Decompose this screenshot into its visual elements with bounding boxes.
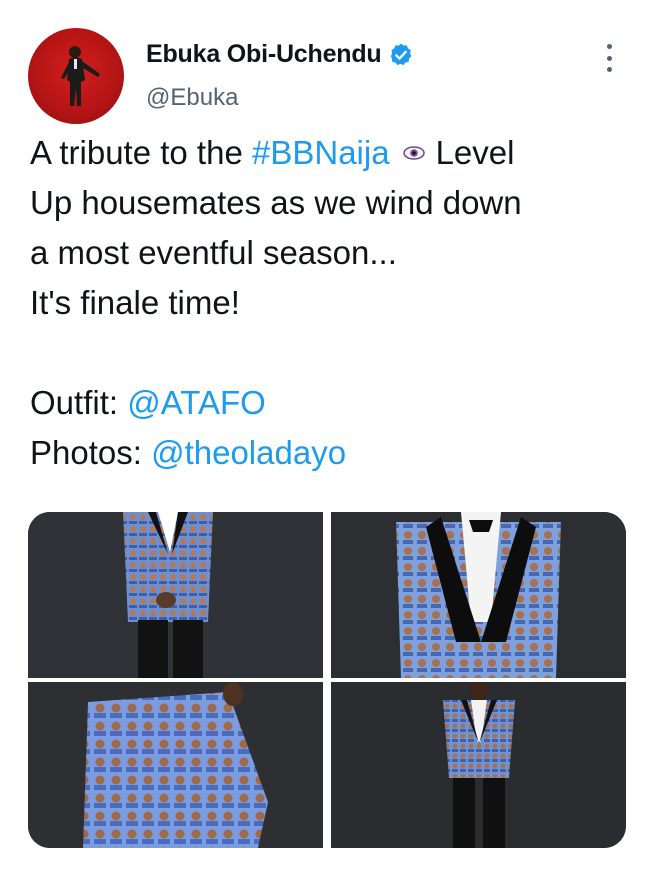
tweet-line-3: a most eventful season...: [30, 234, 397, 271]
tweet-text: A tribute to the #BBNaija Level Up housem…: [30, 128, 640, 478]
photos-label: Photos:: [30, 434, 152, 471]
outfit-label: Outfit:: [30, 384, 128, 421]
author-info: Ebuka Obi-Uchendu: [146, 40, 414, 69]
tweet-line-4: It's finale time!: [30, 284, 240, 321]
text-segment: A tribute to the: [30, 134, 252, 171]
tweet-line-outfit: Outfit: @ATAFO: [30, 378, 640, 428]
photos-mention-link[interactable]: @theoladayo: [151, 434, 346, 471]
media-grid: [28, 512, 626, 848]
jacket-photo-back-icon: [28, 682, 323, 848]
jacket-photo-full-length-icon: [331, 682, 626, 848]
tweet-line-2: Up housemates as we wind down: [30, 184, 522, 221]
jacket-photo-close-lapel-icon: [331, 512, 626, 678]
media-photo-3[interactable]: [28, 682, 323, 848]
jacket-photo-front-pose-icon: [28, 512, 323, 678]
outfit-mention-link[interactable]: @ATAFO: [127, 384, 266, 421]
media-photo-2[interactable]: [331, 512, 626, 678]
media-photo-1[interactable]: [28, 512, 323, 678]
text-segment: Level: [435, 134, 515, 171]
tweet-line-1: A tribute to the #BBNaija Level: [30, 128, 640, 178]
media-photo-4[interactable]: [331, 682, 626, 848]
tweet-line-photos: Photos: @theoladayo: [30, 428, 640, 478]
verified-badge-icon: [390, 43, 411, 65]
author-avatar[interactable]: [28, 28, 124, 124]
eye-emoji-icon: [402, 146, 425, 161]
more-options-icon[interactable]: [597, 42, 621, 74]
profile-avatar-icon: [61, 46, 100, 106]
author-name[interactable]: Ebuka Obi-Uchendu: [146, 40, 382, 69]
author-handle[interactable]: @Ebuka: [146, 84, 238, 112]
hashtag-link[interactable]: #BBNaija: [252, 134, 390, 171]
